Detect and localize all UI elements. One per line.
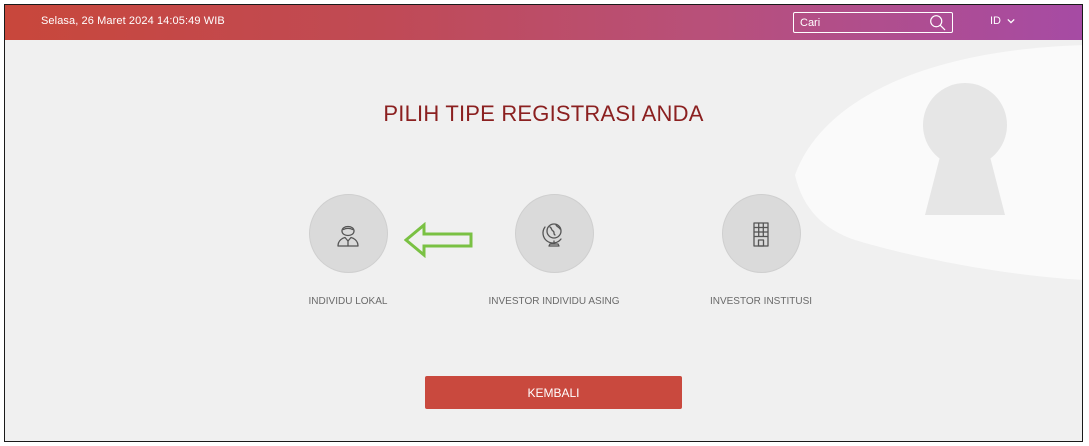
building-icon <box>753 221 769 247</box>
option-label[interactable]: INDIVIDU LOKAL <box>309 296 388 307</box>
option-investor-institusi[interactable]: INVESTOR INSTITUSI <box>676 194 846 307</box>
person-icon <box>337 225 359 247</box>
green-arrow-annotation <box>404 222 473 258</box>
search-input[interactable] <box>794 13 920 32</box>
search-box <box>793 12 953 33</box>
language-selector[interactable]: ID <box>990 15 1015 27</box>
back-button[interactable]: KEMBALI <box>425 376 682 409</box>
page-title: PILIH TIPE REGISTRASI ANDA <box>383 101 704 126</box>
top-bar: Selasa, 26 Maret 2024 14:05:49 WIB ID <box>5 5 1082 40</box>
app-window: Selasa, 26 Maret 2024 14:05:49 WIB ID PI… <box>4 4 1083 442</box>
option-circle[interactable] <box>721 194 801 273</box>
option-label[interactable]: INVESTOR INDIVIDU ASING <box>489 296 620 307</box>
option-investor-individu-asing[interactable]: INVESTOR INDIVIDU ASING <box>469 194 639 307</box>
option-label[interactable]: INVESTOR INSTITUSI <box>710 296 812 307</box>
current-datetime: Selasa, 26 Maret 2024 14:05:49 WIB <box>41 15 225 27</box>
chevron-down-icon <box>1007 18 1015 24</box>
language-label: ID <box>990 15 1001 27</box>
search-icon[interactable] <box>929 14 946 31</box>
option-circle[interactable] <box>308 194 388 273</box>
option-circle[interactable] <box>514 194 594 273</box>
globe-icon <box>542 222 562 247</box>
